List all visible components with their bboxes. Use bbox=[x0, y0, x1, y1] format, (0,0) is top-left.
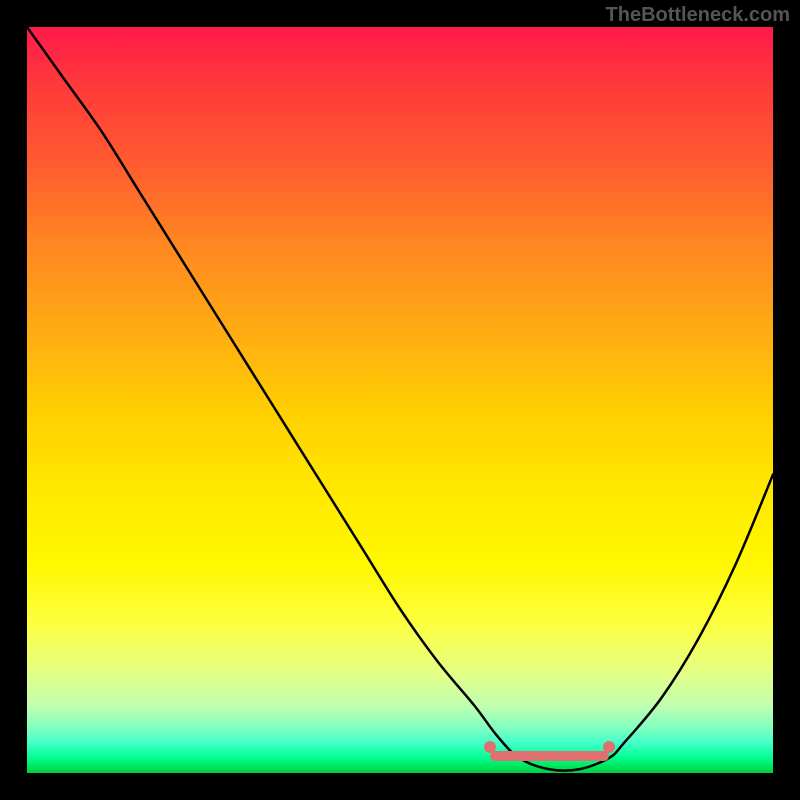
chart-plot-area bbox=[27, 27, 773, 773]
chart-curve-svg bbox=[27, 27, 773, 773]
optimal-range-dot-left bbox=[484, 741, 496, 753]
watermark-text: TheBottleneck.com bbox=[606, 4, 790, 27]
bottleneck-curve-line bbox=[27, 27, 773, 771]
optimal-range-band bbox=[490, 751, 609, 761]
optimal-range-dot-right bbox=[603, 741, 615, 753]
